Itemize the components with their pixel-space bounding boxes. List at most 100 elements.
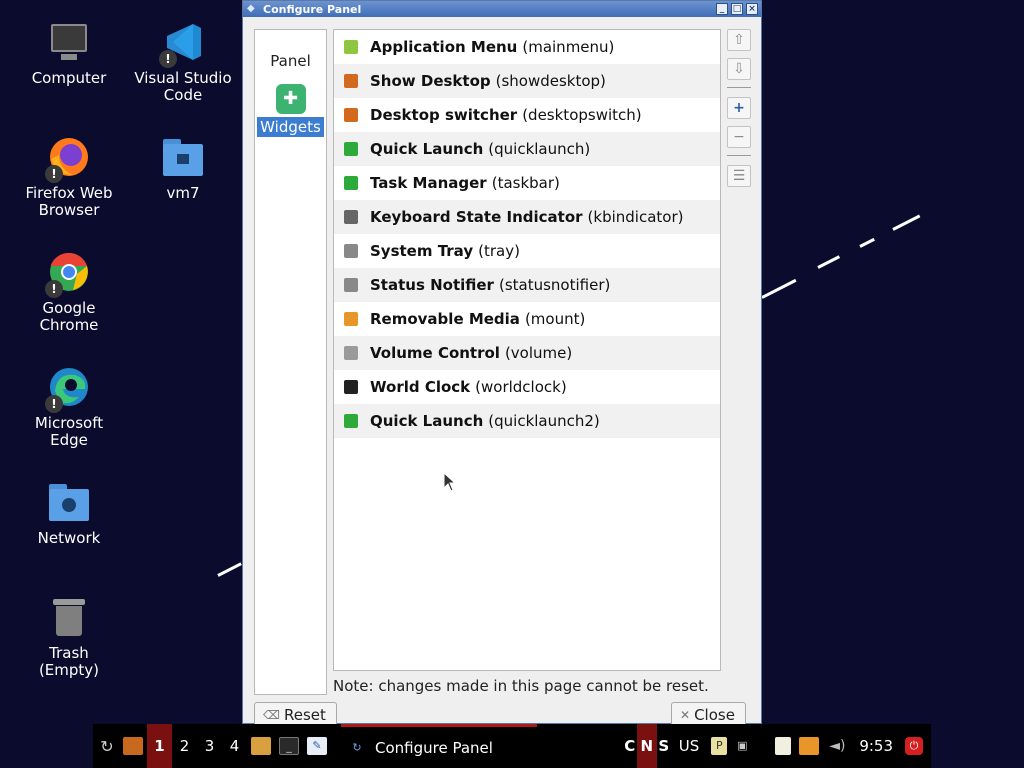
scroll-lock-indicator[interactable]: S — [657, 724, 671, 768]
add-widget-button[interactable]: + — [727, 97, 751, 119]
widget-name: Quick Launch — [370, 412, 484, 430]
desktop-icon-label: Firefox Web Browser — [25, 184, 113, 219]
widget-name: Quick Launch — [370, 140, 484, 158]
caps-lock-indicator[interactable]: C — [623, 724, 637, 768]
widget-id: (desktopswitch) — [522, 106, 642, 124]
tray-network[interactable]: ▣ — [731, 724, 753, 768]
move-up-button[interactable]: ⇧ — [727, 29, 751, 51]
widget-id: (showdesktop) — [495, 72, 606, 90]
tray-notes[interactable] — [771, 724, 795, 768]
widget-id: (volume) — [504, 344, 573, 362]
taskbar: ↻ 1 2 3 4 _ ✎ ↻ Configure Panel C N S US… — [93, 724, 931, 768]
widget-row[interactable]: Volume Control (volume) — [334, 336, 720, 370]
keyboard-layout[interactable]: US — [679, 724, 700, 768]
widget-row[interactable]: Quick Launch (quicklaunch2) — [334, 404, 720, 438]
tray-clipboard[interactable]: P — [707, 724, 731, 768]
desktop-switch-2[interactable]: 2 — [172, 724, 197, 768]
widget-row[interactable]: Application Menu (mainmenu) — [334, 30, 720, 64]
widget-row[interactable]: Task Manager (taskbar) — [334, 166, 720, 200]
reset-icon: ⌫ — [263, 708, 280, 722]
world-clock[interactable]: 9:53 — [859, 724, 893, 768]
widget-row[interactable]: Removable Media (mount) — [334, 302, 720, 336]
show-desktop-icon — [123, 737, 143, 755]
power-icon: ⏻ — [905, 737, 923, 755]
widget-name: Status Notifier — [370, 276, 494, 294]
menu-logo-icon: ↻ — [100, 736, 114, 756]
widget-row[interactable]: System Tray (tray) — [334, 234, 720, 268]
window-titlebar[interactable]: ◆ Configure Panel _ □ × — [243, 1, 761, 17]
move-down-button[interactable]: ⇩ — [727, 58, 751, 80]
clipboard-icon: P — [711, 737, 728, 755]
configure-panel-icon: ↻ — [352, 740, 362, 754]
desktop-icon-chrome[interactable]: ! Google Chrome — [14, 250, 124, 334]
show-desktop-button[interactable] — [119, 724, 147, 768]
quick-launch-icon — [344, 142, 358, 156]
folder-home-icon — [161, 135, 205, 179]
separator — [727, 155, 751, 156]
task-configure-panel[interactable]: ↻ Configure Panel — [341, 724, 537, 768]
network-icon: ▣ — [737, 739, 748, 752]
desktop-icon-trash[interactable]: Trash (Empty) — [14, 595, 124, 679]
config-sidebar: Panel ✚ Widgets — [254, 29, 327, 695]
desktop-switch-1[interactable]: 1 — [147, 724, 172, 768]
desktop-icon-computer[interactable]: Computer — [14, 20, 124, 87]
edge-icon: ! — [45, 365, 91, 413]
desktop-switcher-icon — [344, 108, 358, 122]
desktop-icon-firefox[interactable]: ! Firefox Web Browser — [14, 135, 124, 219]
widget-row[interactable]: Quick Launch (quicklaunch) — [334, 132, 720, 166]
desktop-switch-3[interactable]: 3 — [197, 724, 222, 768]
sidebar-item-panel[interactable]: Panel — [255, 52, 326, 70]
list-action-buttons: ⇧ ⇩ + − ☰ — [727, 29, 751, 194]
mouse-cursor-icon — [443, 472, 457, 492]
firefox-icon: ! — [45, 135, 91, 183]
widget-row[interactable]: World Clock (worldclock) — [334, 370, 720, 404]
tray-removable-media[interactable] — [795, 724, 823, 768]
num-lock-indicator[interactable]: N — [636, 724, 657, 768]
minimize-button[interactable]: _ — [716, 3, 728, 15]
volume-icon — [344, 346, 358, 360]
network-folder-icon — [47, 480, 91, 524]
desktop-icon-vm7[interactable]: vm7 — [128, 135, 238, 202]
quicklaunch-files[interactable] — [247, 724, 275, 768]
chrome-icon: ! — [45, 250, 91, 298]
quicklaunch-editor[interactable]: ✎ — [303, 724, 331, 768]
configure-widget-button[interactable]: ☰ — [727, 165, 751, 187]
desktop-icon-network[interactable]: Network — [14, 480, 124, 547]
volume-icon: ◄) — [829, 738, 846, 754]
widget-row[interactable]: Status Notifier (statusnotifier) — [334, 268, 720, 302]
desktop-icon-label: vm7 — [166, 184, 200, 202]
widget-name: Show Desktop — [370, 72, 491, 90]
desktop-icon-edge[interactable]: ! Microsoft Edge — [14, 365, 124, 449]
system-tray-icon — [344, 244, 358, 258]
tray-volume[interactable]: ◄) — [823, 724, 851, 768]
widget-list[interactable]: Application Menu (mainmenu) Show Desktop (s… — [333, 29, 721, 671]
widget-row[interactable]: Keyboard State Indicator (kbindicator) — [334, 200, 720, 234]
sidebar-item-widgets[interactable]: ✚ Widgets — [255, 84, 326, 137]
desktop-icon-label: Trash (Empty) — [38, 644, 100, 679]
power-button[interactable]: ⏻ — [901, 724, 927, 768]
widget-row[interactable]: Desktop switcher (desktopswitch) — [334, 98, 720, 132]
task-manager-icon — [344, 176, 358, 190]
desktop-switch-4[interactable]: 4 — [222, 724, 247, 768]
reset-note: Note: changes made in this page cannot b… — [333, 677, 709, 695]
removable-media-icon — [799, 737, 820, 755]
widget-name: Removable Media — [370, 310, 520, 328]
widget-id: (mount) — [524, 310, 586, 328]
widget-name: Task Manager — [370, 174, 487, 192]
widget-name: World Clock — [370, 378, 471, 396]
desktop-icon-label: Network — [37, 529, 101, 547]
desktop-icon-vscode[interactable]: ! Visual Studio Code — [128, 20, 238, 104]
quicklaunch-terminal[interactable]: _ — [275, 724, 303, 768]
maximize-button[interactable]: □ — [731, 3, 743, 15]
widget-row[interactable]: Show Desktop (showdesktop) — [334, 64, 720, 98]
folder-icon — [251, 737, 271, 755]
text-editor-icon: ✎ — [307, 737, 327, 755]
remove-widget-button[interactable]: − — [727, 126, 751, 148]
widget-id: (worldclock) — [475, 378, 567, 396]
window-title: Configure Panel — [263, 2, 362, 16]
close-window-button[interactable]: × — [746, 3, 758, 15]
close-icon: ✕ — [680, 708, 691, 722]
removable-media-icon — [344, 312, 358, 326]
widget-name: Keyboard State Indicator — [370, 208, 583, 226]
main-menu-button[interactable]: ↻ — [95, 724, 119, 768]
